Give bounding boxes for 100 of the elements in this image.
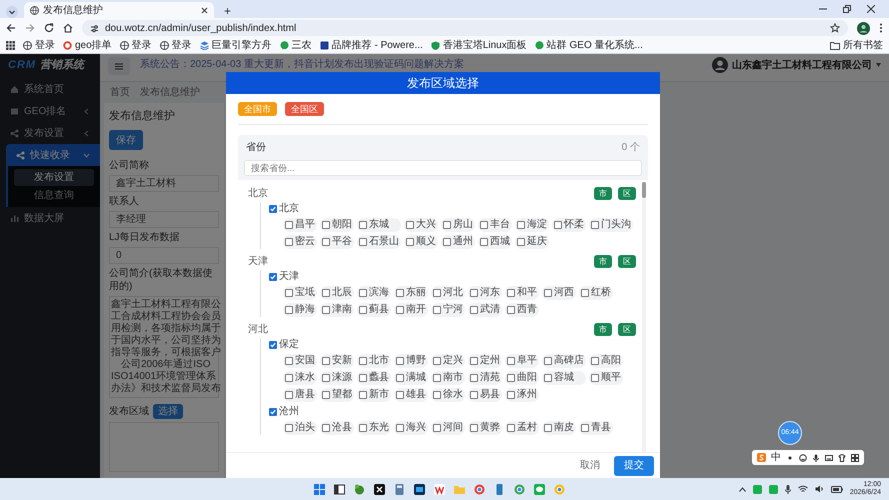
speaker-icon[interactable] <box>814 485 824 493</box>
shirt-icon[interactable] <box>838 454 846 462</box>
company-menu[interactable]: 山东鑫宇土工材料工程有限公司 <box>732 58 872 72</box>
district-checkbox[interactable]: 雄县 <box>394 388 428 402</box>
city-checkbox[interactable]: 沧州 <box>269 405 299 419</box>
district-checkbox[interactable]: 宁河 <box>431 303 465 317</box>
district-checkbox[interactable]: 曲阳 <box>505 371 539 385</box>
district-checkbox[interactable]: 西青 <box>505 303 539 317</box>
bookmark-link[interactable]: 香港宝塔Linux面板 <box>430 39 527 52</box>
district-checkbox[interactable]: 平谷 <box>320 235 354 249</box>
district-checkbox[interactable]: 怀柔 <box>552 218 586 232</box>
district-checkbox[interactable]: 东丽 <box>394 286 428 300</box>
keyboard-icon[interactable] <box>825 454 833 462</box>
district-checkbox[interactable]: 徐水 <box>431 388 465 402</box>
district-checkbox[interactable]: 蠡县 <box>357 371 391 385</box>
district-checkbox[interactable]: 容城 <box>542 371 586 385</box>
start-icon[interactable] <box>314 484 325 494</box>
district-checkbox[interactable]: 阜平 <box>505 354 539 368</box>
district-checkbox[interactable]: 北市 <box>357 354 391 368</box>
district-checkbox[interactable]: 门头沟 <box>589 218 633 232</box>
profile-avatar[interactable] <box>857 22 870 34</box>
district-checkbox[interactable]: 红桥 <box>579 286 613 300</box>
bookmark-link[interactable]: 品牌推荐 - Powere... <box>320 39 423 52</box>
district-checkbox[interactable]: 涿州 <box>505 388 539 402</box>
district-button[interactable]: 区 <box>618 322 636 336</box>
district-checkbox[interactable]: 朝阳 <box>320 218 354 232</box>
district-checkbox[interactable]: 涞源 <box>320 371 354 385</box>
district-checkbox[interactable]: 南开 <box>394 303 428 317</box>
smile-icon[interactable] <box>799 454 807 462</box>
bookmark-link[interactable]: 巨量引擎方舟 <box>200 39 272 52</box>
window-icon[interactable] <box>334 484 345 494</box>
browser-icon[interactable] <box>514 484 525 494</box>
district-checkbox[interactable]: 滨海 <box>357 286 391 300</box>
cancel-link[interactable]: 取消 <box>580 459 600 472</box>
district-checkbox[interactable]: 河北 <box>431 286 465 300</box>
search-field[interactable]: 搜索省份... <box>244 160 642 176</box>
city-checkbox[interactable]: 天津 <box>269 270 299 284</box>
battery-icon[interactable] <box>830 486 843 492</box>
menu-icon[interactable] <box>879 23 883 33</box>
city-button[interactable]: 市 <box>594 186 612 200</box>
district-checkbox[interactable]: 河西 <box>542 286 576 300</box>
district-checkbox[interactable]: 密云 <box>283 235 317 249</box>
app-icon[interactable] <box>374 484 385 494</box>
district-checkbox[interactable]: 清苑 <box>468 371 502 385</box>
district-checkbox[interactable]: 孟村 <box>505 421 539 435</box>
forward-icon[interactable] <box>25 23 35 33</box>
district-checkbox[interactable]: 顺平 <box>589 371 623 385</box>
district-checkbox[interactable]: 安新 <box>320 354 354 368</box>
input-field[interactable]: 0 <box>109 247 219 264</box>
calculator-icon[interactable] <box>394 484 405 494</box>
district-checkbox[interactable]: 海兴 <box>394 421 428 435</box>
district-checkbox[interactable]: 津南 <box>320 303 354 317</box>
district-checkbox[interactable]: 和平 <box>505 286 539 300</box>
submit-button[interactable]: 提交 <box>614 456 654 476</box>
district-checkbox[interactable]: 昌平 <box>283 218 317 232</box>
dot-icon[interactable] <box>786 454 794 462</box>
district-checkbox[interactable]: 海淀 <box>515 218 549 232</box>
district-checkbox[interactable]: 高阳 <box>589 354 623 368</box>
restore-icon[interactable] <box>843 5 851 13</box>
menu-button[interactable] <box>108 57 130 75</box>
all-districts-button[interactable]: 全国区 <box>285 102 324 116</box>
browser-tab[interactable]: 发布信息维护 <box>24 2 214 18</box>
district-checkbox[interactable]: 黄骅 <box>468 421 502 435</box>
bookmark-link[interactable]: 三农 <box>280 39 312 52</box>
district-checkbox[interactable]: 满城 <box>394 371 428 385</box>
district-checkbox[interactable]: 博野 <box>394 354 428 368</box>
district-checkbox[interactable]: 东城 <box>357 218 401 232</box>
bookmark-link[interactable]: 登录 <box>120 39 152 52</box>
input-field[interactable]: 李经理 <box>109 211 219 228</box>
bookmark-link[interactable]: 站群 GEO 量化系统... <box>534 39 643 52</box>
browser-icon[interactable] <box>474 484 485 494</box>
chat-icon[interactable] <box>534 484 545 494</box>
intro-textarea[interactable]: 鑫宇土工材料工程有限公 工合成材料工程协会会员 用检测，各项指标均属于 于国内水平，公司坚持为 指导等服务，可根据客户 公司2006年通过ISO ISO14001环境管理体系 办法》和技术监督局发布 <box>109 296 219 398</box>
avatar[interactable] <box>712 57 728 73</box>
district-checkbox[interactable]: 北辰 <box>320 286 354 300</box>
district-checkbox[interactable]: 安国 <box>283 354 317 368</box>
browser-icon[interactable] <box>554 484 565 494</box>
chevron-up-icon[interactable] <box>738 486 746 492</box>
bookmark-link[interactable]: geo排单 <box>63 39 112 52</box>
chevron-down-icon[interactable] <box>6 6 18 18</box>
district-checkbox[interactable]: 宝坻 <box>283 286 317 300</box>
district-checkbox[interactable]: 沧县 <box>320 421 354 435</box>
district-checkbox[interactable]: 南皮 <box>542 421 576 435</box>
district-checkbox[interactable]: 涞水 <box>283 371 317 385</box>
district-checkbox[interactable]: 蓟县 <box>357 303 391 317</box>
district-checkbox[interactable]: 武清 <box>468 303 502 317</box>
district-checkbox[interactable]: 顺义 <box>404 235 438 249</box>
district-checkbox[interactable]: 河间 <box>431 421 465 435</box>
district-button[interactable]: 区 <box>618 254 636 268</box>
app-icon[interactable] <box>414 484 425 494</box>
district-checkbox[interactable]: 新市 <box>357 388 391 402</box>
s-logo-icon[interactable] <box>757 453 766 462</box>
home-icon[interactable] <box>63 23 73 33</box>
reload-icon[interactable] <box>44 23 54 33</box>
microphone-icon[interactable] <box>784 484 791 494</box>
district-checkbox[interactable]: 西城 <box>478 235 512 249</box>
mic-icon[interactable] <box>812 454 820 462</box>
input-field[interactable]: 鑫宇土工材料 <box>109 175 219 192</box>
sidebar-subitem[interactable]: 发布设置 <box>14 169 94 186</box>
bookmark-link[interactable]: 所有书签 <box>830 39 883 52</box>
